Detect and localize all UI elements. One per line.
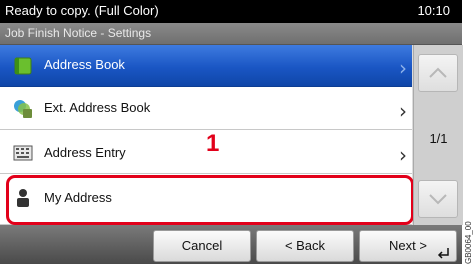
- scroll-up-button[interactable]: [418, 54, 458, 92]
- list-item-label: Address Entry: [44, 145, 126, 160]
- address-book-icon: [14, 57, 32, 75]
- list-item-ext-address-book[interactable]: Ext. Address Book ›: [0, 88, 412, 130]
- figure-id: GB0064_00: [464, 221, 473, 264]
- next-button[interactable]: Next >: [359, 230, 457, 262]
- chevron-right-icon: ›: [399, 56, 407, 80]
- panel-screen: Ready to copy. (Full Color) 10:10 Job Fi…: [0, 0, 463, 264]
- status-message: Ready to copy. (Full Color): [5, 3, 159, 18]
- scroll-down-button[interactable]: [418, 180, 458, 218]
- scroll-panel: 1/1: [413, 45, 463, 225]
- next-button-label: Next >: [389, 238, 427, 253]
- cancel-button[interactable]: Cancel: [153, 230, 251, 262]
- status-bar: Ready to copy. (Full Color) 10:10: [0, 0, 462, 23]
- ext-address-book-icon: [14, 100, 32, 118]
- list-item-address-book[interactable]: Address Book ›: [0, 45, 412, 87]
- page-title: Job Finish Notice - Settings: [5, 26, 152, 40]
- keyboard-icon: [13, 145, 33, 161]
- status-time: 10:10: [417, 3, 450, 18]
- chevron-up-icon: [429, 67, 447, 78]
- title-bar: Job Finish Notice - Settings: [0, 23, 462, 45]
- chevron-down-icon: [429, 194, 447, 205]
- chevron-right-icon: ›: [399, 143, 407, 167]
- list-item-label: Ext. Address Book: [44, 100, 151, 115]
- back-button[interactable]: < Back: [256, 230, 354, 262]
- page-indicator: 1/1: [429, 131, 448, 146]
- bottom-bar: Cancel < Back Next >: [0, 225, 462, 264]
- highlight-frame: [6, 175, 414, 225]
- destination-list: Address Book › Ext. Address Book › Addre…: [0, 45, 414, 225]
- list-item-label: Address Book: [44, 57, 125, 72]
- enter-icon: [437, 248, 449, 259]
- chevron-right-icon: ›: [399, 99, 407, 123]
- callout-number: 1: [206, 130, 220, 157]
